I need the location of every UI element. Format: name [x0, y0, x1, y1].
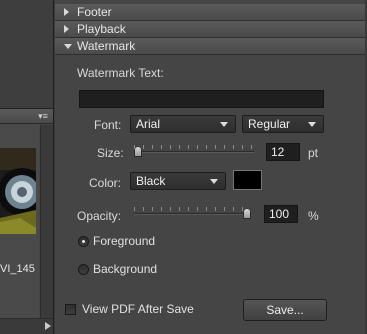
size-slider[interactable] [134, 145, 254, 159]
expand-triangle-icon [64, 25, 69, 33]
section-watermark[interactable]: Watermark [55, 38, 367, 55]
section-footer[interactable]: Footer [55, 4, 367, 21]
content-panel-toolbar: ▾≡ [0, 109, 53, 124]
size-field[interactable]: 12 [266, 143, 300, 161]
foreground-radio[interactable] [78, 236, 89, 247]
view-pdf-checkbox[interactable] [65, 304, 76, 315]
section-watermark-label: Watermark [77, 39, 136, 53]
content-panel-upper [0, 0, 53, 108]
content-panel: ▾≡ VI_145 [0, 0, 54, 334]
slider-track [134, 213, 251, 215]
slider-ticks [134, 207, 251, 211]
vertical-scrollbar[interactable] [40, 125, 53, 318]
section-footer-label: Footer [77, 5, 112, 19]
view-pdf-label[interactable]: View PDF After Save [82, 302, 194, 316]
radio-selected-dot [82, 240, 85, 243]
slider-track [134, 151, 254, 153]
foreground-radio-label[interactable]: Foreground [93, 234, 155, 248]
opacity-field[interactable]: 100 [264, 205, 298, 223]
font-dropdown[interactable]: Arial [130, 115, 236, 133]
thumbnail-image[interactable] [0, 148, 36, 234]
font-label: Font: [94, 118, 122, 132]
font-dropdown-value: Arial [136, 117, 161, 131]
chevron-down-icon [220, 122, 228, 127]
color-swatch[interactable] [233, 170, 262, 190]
opacity-slider[interactable] [134, 207, 251, 221]
opacity-unit: % [308, 209, 319, 223]
size-label: Size: [97, 146, 124, 160]
section-playback-label: Playback [77, 22, 126, 36]
size-unit: pt [308, 146, 319, 160]
color-dropdown-value: Black [136, 174, 166, 188]
section-playback[interactable]: Playback [55, 21, 367, 38]
horizontal-scrollbar[interactable] [0, 318, 53, 334]
expand-triangle-icon [64, 8, 69, 16]
collapse-triangle-icon [64, 44, 72, 49]
save-button[interactable]: Save... [243, 299, 327, 321]
thumbnail-label: VI_145 [0, 263, 35, 275]
font-style-dropdown-value: Regular [248, 117, 291, 131]
chevron-down-icon [308, 122, 316, 127]
slider-ticks [134, 145, 254, 149]
chevron-down-icon [210, 179, 218, 184]
color-dropdown[interactable]: Black [130, 172, 226, 190]
opacity-label: Opacity: [77, 209, 122, 223]
background-radio-label[interactable]: Background [93, 262, 157, 276]
panel-menu-icon[interactable]: ▾≡ [37, 111, 49, 121]
watermark-text-input[interactable] [79, 90, 324, 108]
background-radio[interactable] [78, 264, 89, 275]
font-style-dropdown[interactable]: Regular [242, 115, 324, 133]
watermark-text-label: Watermark Text: [77, 66, 164, 80]
output-panel: Footer Playback Watermark Watermark Text… [55, 0, 367, 334]
scroll-right-arrow-icon[interactable] [45, 322, 51, 330]
color-label: Color: [89, 176, 122, 190]
